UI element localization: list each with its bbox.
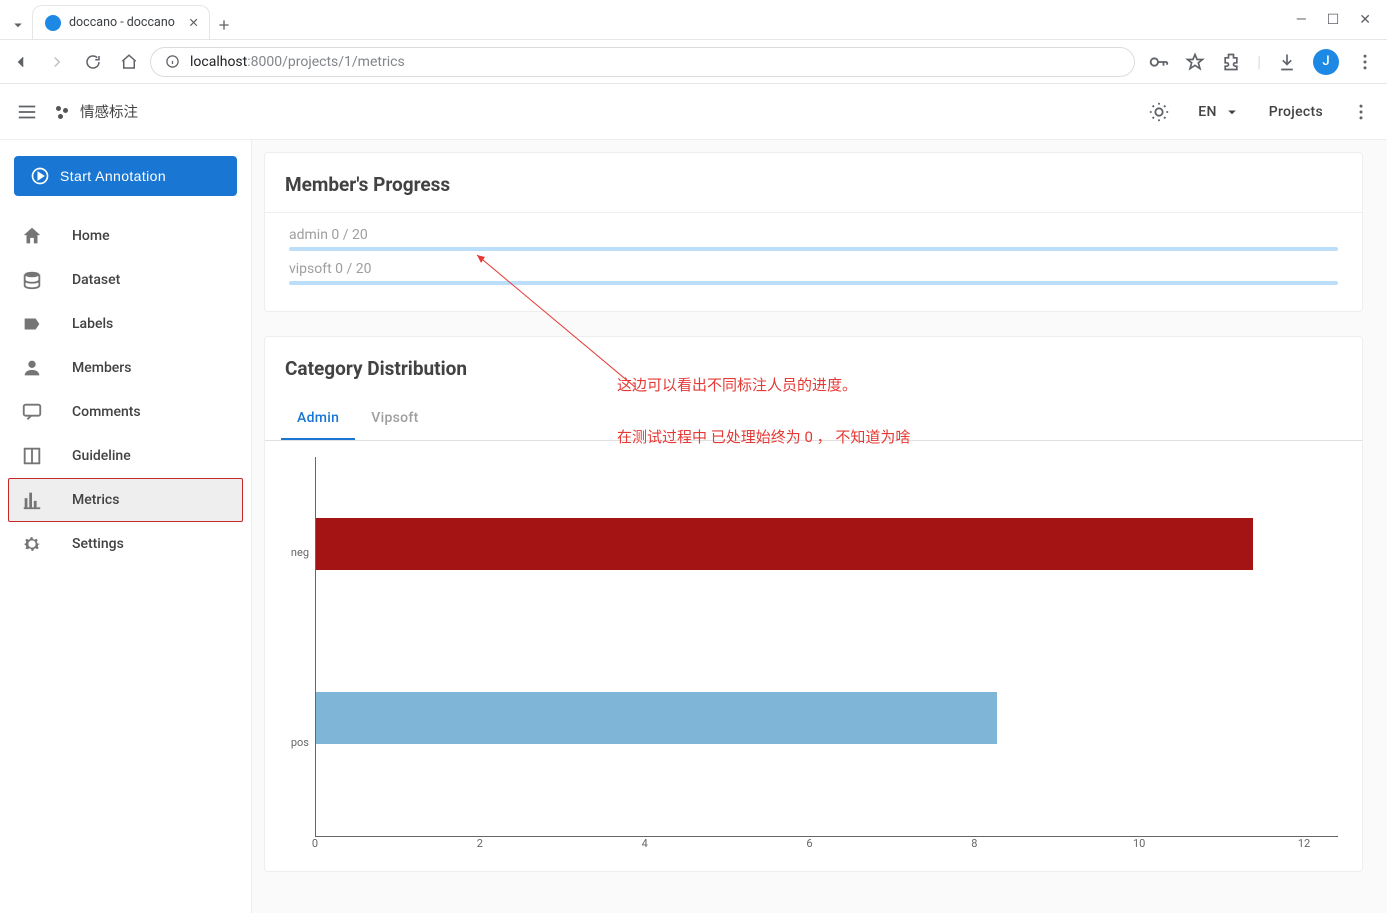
y-axis-label: pos [291,736,309,749]
language-label: EN [1198,104,1216,120]
project-name: 情感标注 [80,101,138,122]
app-menu-icon[interactable] [1351,102,1371,122]
progress-label: vipsoft 0 / 20 [289,261,1338,277]
sidebar-item-label: Labels [72,316,113,332]
tab-admin[interactable]: Admin [281,396,355,440]
home-icon [20,225,44,247]
sidebar-item-label: Settings [72,536,124,552]
password-manager-icon[interactable] [1147,51,1169,73]
window-controls: — ☐ ✕ [1296,12,1379,28]
browser-tab[interactable]: doccano - doccano ✕ [32,5,210,39]
favicon-icon [45,15,61,31]
project-brand[interactable]: 情感标注 [54,101,138,122]
person-icon [20,357,44,379]
member-progress-row: admin 0 / 20 [289,227,1338,251]
app-header: 情感标注 EN Projects [0,84,1387,140]
main-content: Member's Progress admin 0 / 20 vipsoft 0 … [252,140,1387,913]
sidebar-item-settings[interactable]: Settings [8,522,243,566]
close-window-button[interactable]: ✕ [1359,12,1371,28]
y-axis-label: neg [291,546,309,559]
sidebar-item-label: Dataset [72,272,120,288]
browser-address-bar: localhost:8000/projects/1/metrics | J [0,40,1387,84]
back-button[interactable] [12,53,30,71]
downloads-icon[interactable] [1277,52,1297,72]
category-bar-chart: neg pos 0 2 4 6 8 10 12 [265,441,1362,871]
chart-icon [20,489,44,511]
projects-link[interactable]: Projects [1269,104,1323,120]
sidebar-item-label: Metrics [72,492,119,508]
member-progress-row: vipsoft 0 / 20 [289,261,1338,285]
x-axis-tick: 2 [477,837,483,850]
maximize-button[interactable]: ☐ [1327,12,1340,28]
extensions-icon[interactable] [1221,52,1241,72]
x-axis-tick: 4 [642,837,648,850]
chevron-down-icon [1223,103,1241,121]
members-progress-card: Member's Progress admin 0 / 20 vipsoft 0 … [264,152,1363,312]
omnibox[interactable]: localhost:8000/projects/1/metrics [150,47,1135,77]
minimize-button[interactable]: — [1296,12,1307,28]
theme-toggle-icon[interactable] [1148,101,1170,123]
forward-button[interactable] [48,53,66,71]
sidebar-item-label: Comments [72,404,141,420]
sidebar: Start Annotation Home Dataset Labels Member… [0,140,252,913]
database-icon [20,269,44,291]
start-annotation-label: Start Annotation [60,168,166,184]
tab-vipsoft[interactable]: Vipsoft [355,396,434,440]
distribution-tabs: AdminVipsoft [265,396,1362,441]
play-circle-icon [30,166,50,186]
bar-pos [316,692,997,744]
card-title: Category Distribution [265,337,1362,396]
bar-neg [316,518,1253,570]
close-tab-icon[interactable]: ✕ [188,15,198,31]
profile-avatar[interactable]: J [1313,49,1339,75]
progress-bar [289,247,1338,251]
x-axis-tick: 8 [971,837,977,850]
menu-toggle-button[interactable] [16,101,38,123]
sidebar-item-members[interactable]: Members [8,346,243,390]
label-icon [20,313,44,335]
tab-title: doccano - doccano [69,15,175,30]
browser-tab-strip: doccano - doccano ✕ — ☐ ✕ [0,0,1387,40]
progress-bar [289,281,1338,285]
language-selector[interactable]: EN [1198,103,1240,121]
doccano-logo-icon [54,104,70,120]
x-axis-tick: 10 [1133,837,1145,850]
x-axis-tick: 12 [1298,837,1310,850]
bookmark-star-icon[interactable] [1185,52,1205,72]
sidebar-item-guideline[interactable]: Guideline [8,434,243,478]
site-info-icon[interactable] [165,54,180,69]
comment-icon [20,401,44,423]
sidebar-item-dataset[interactable]: Dataset [8,258,243,302]
new-tab-button[interactable] [210,11,238,39]
x-axis-tick: 6 [806,837,812,850]
x-axis-tick: 0 [312,837,318,850]
chrome-menu-icon[interactable] [1355,52,1375,72]
url-text: localhost:8000/projects/1/metrics [190,54,405,70]
divider: | [1257,52,1261,71]
sidebar-item-labels[interactable]: Labels [8,302,243,346]
gear-icon [20,533,44,555]
reload-button[interactable] [84,53,102,71]
book-icon [20,445,44,467]
tabs-dropdown-button[interactable] [4,11,32,39]
sidebar-item-comments[interactable]: Comments [8,390,243,434]
home-button[interactable] [120,53,138,71]
sidebar-item-label: Home [72,228,110,244]
card-title: Member's Progress [265,153,1362,212]
sidebar-item-metrics[interactable]: Metrics [8,478,243,522]
sidebar-item-label: Members [72,360,131,376]
sidebar-item-label: Guideline [72,448,131,464]
start-annotation-button[interactable]: Start Annotation [14,156,237,196]
category-distribution-card: Category Distribution AdminVipsoft 这边可以看… [264,336,1363,872]
sidebar-item-home[interactable]: Home [8,214,243,258]
progress-label: admin 0 / 20 [289,227,1338,243]
